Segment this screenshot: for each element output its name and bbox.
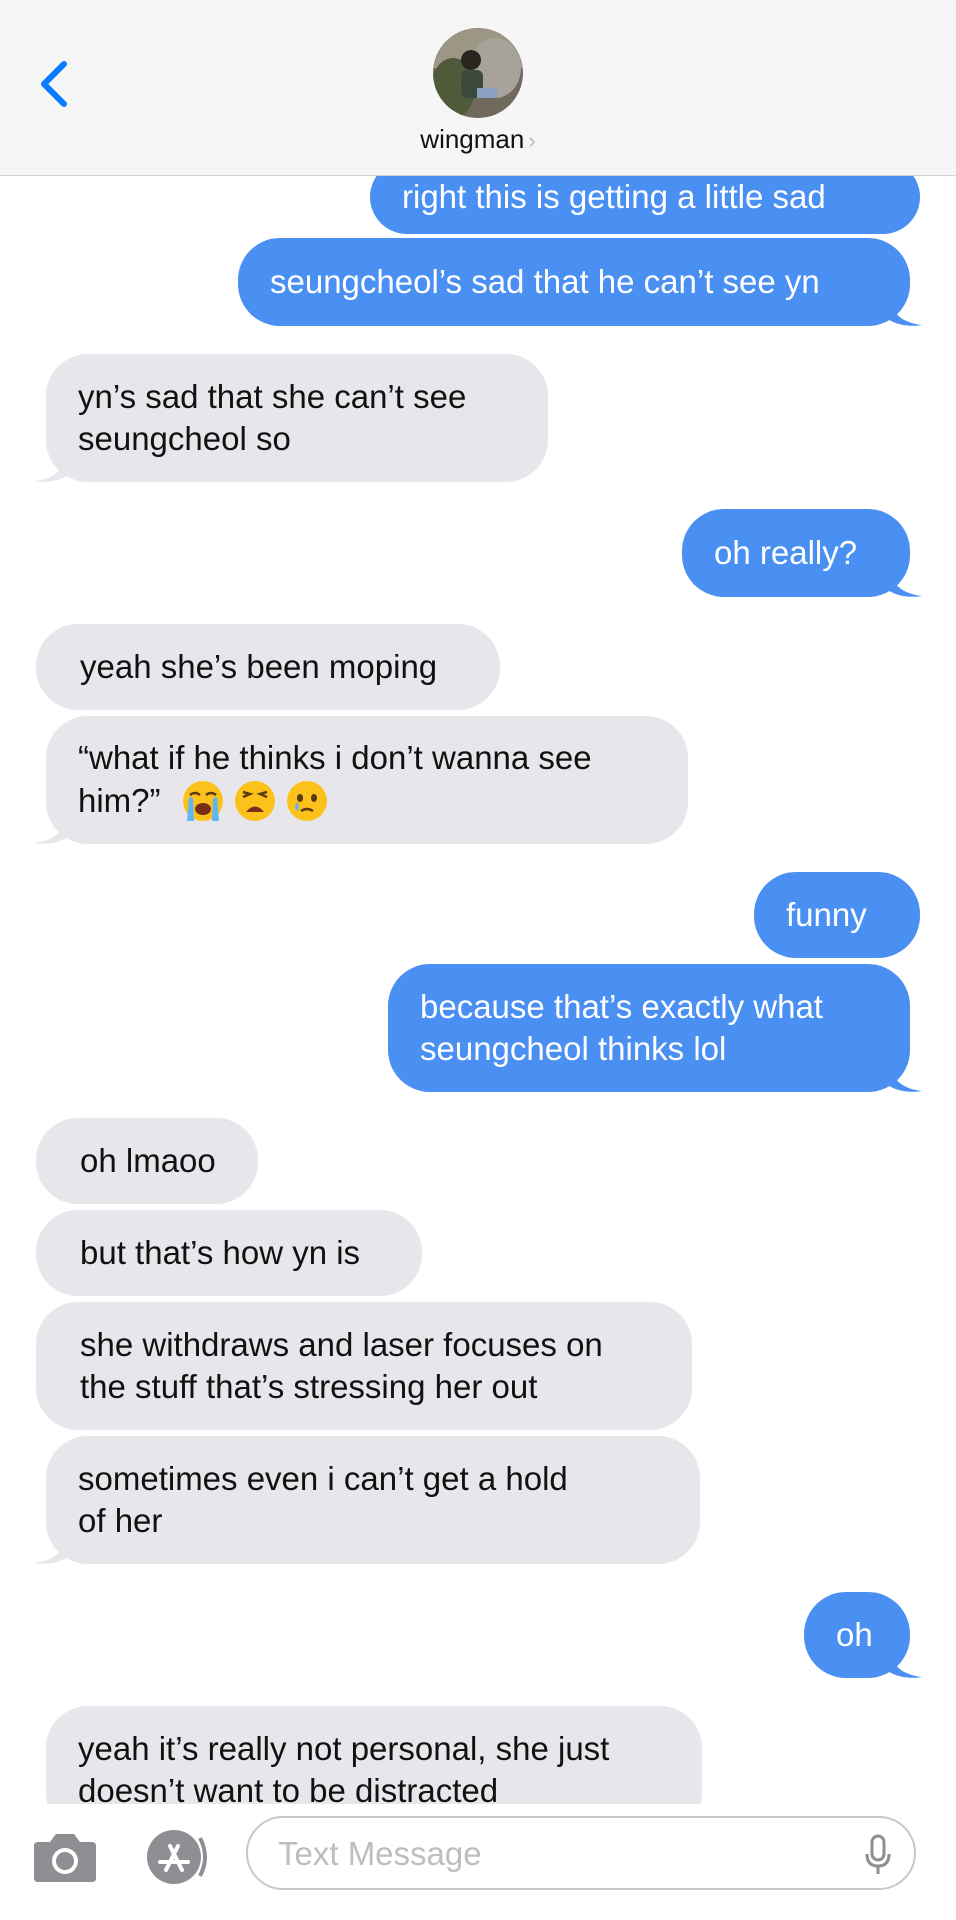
message-text: oh lmaoo <box>80 1142 216 1179</box>
message-text-line: him?” <box>78 782 161 819</box>
camera-button[interactable] <box>32 1828 98 1886</box>
microphone-icon <box>865 1834 891 1874</box>
message-text: seungcheol’s sad that he can’t see yn <box>270 263 820 300</box>
bubble-tail <box>34 815 68 844</box>
bubble-tail <box>888 1649 922 1678</box>
bubble-tail <box>34 453 68 482</box>
message-received[interactable]: oh lmaoo <box>36 1118 258 1204</box>
message-received[interactable]: yeah it’s really not personal, she just … <box>46 1706 702 1804</box>
message-sent[interactable]: oh really? <box>682 509 922 597</box>
message-input[interactable] <box>278 1830 838 1878</box>
message-thread[interactable]: right this is getting a little sad seung… <box>0 0 956 1804</box>
bubble-tail <box>34 1535 68 1564</box>
message-received[interactable]: she withdraws and laser focuses on the s… <box>36 1302 692 1430</box>
app-store-icon <box>147 1830 207 1884</box>
message-text-line: doesn’t want to be distracted <box>78 1772 499 1804</box>
message-text: but that’s how yn is <box>80 1234 361 1271</box>
app-store-button[interactable] <box>144 1828 212 1886</box>
message-received[interactable]: “what if he thinks i don’t wanna see him… <box>34 716 688 844</box>
message-received[interactable]: yeah she’s been moping <box>36 624 500 710</box>
bubble-tail <box>888 568 922 597</box>
contact-name-button[interactable]: wingman › <box>0 124 956 155</box>
contact-avatar[interactable] <box>433 28 523 118</box>
message-sent[interactable]: seungcheol’s sad that he can’t see yn <box>238 238 922 326</box>
message-input-field[interactable] <box>246 1816 916 1890</box>
message-text-line: the stuff that’s stressing her out <box>80 1368 538 1405</box>
back-button[interactable] <box>34 58 74 110</box>
message-sent[interactable]: oh <box>804 1592 922 1678</box>
message-text-line: she withdraws and laser focuses on <box>80 1326 603 1363</box>
message-text: yeah she’s been moping <box>80 648 438 685</box>
compose-bar <box>0 1804 956 1920</box>
message-text-line: seungcheol thinks lol <box>420 1030 727 1067</box>
message-received[interactable]: yn’s sad that she can’t see seungcheol s… <box>34 354 548 482</box>
chevron-right-icon: › <box>528 128 536 153</box>
weary-face-icon <box>234 781 275 821</box>
message-text-line: sometimes even i can’t get a hold <box>78 1460 568 1497</box>
bubble-tail <box>888 297 922 326</box>
message-sent[interactable]: because that’s exactly what seungcheol t… <box>388 964 922 1092</box>
message-text-line: yn’s sad that she can’t see <box>78 378 467 415</box>
message-text-line: yeah it’s really not personal, she just <box>78 1730 610 1767</box>
message-text: funny <box>786 896 867 933</box>
camera-icon <box>34 1834 96 1882</box>
chevron-left-icon <box>41 61 67 107</box>
contact-name: wingman <box>420 124 525 154</box>
message-received[interactable]: sometimes even i can’t get a hold of her <box>34 1436 700 1564</box>
message-text-line: “what if he thinks i don’t wanna see <box>78 739 592 776</box>
message-text: right this is getting a little sad <box>402 178 826 215</box>
conversation-header: wingman › <box>0 0 956 176</box>
face-holding-back-tears-icon <box>286 781 327 821</box>
message-text-line: because that’s exactly what <box>420 988 823 1025</box>
dictation-button[interactable] <box>864 1834 892 1876</box>
message-sent[interactable]: funny <box>754 872 920 958</box>
message-text-line: seungcheol so <box>78 420 291 457</box>
message-text-line: of her <box>78 1502 163 1539</box>
message-text: oh <box>836 1616 873 1653</box>
message-text: oh really? <box>714 534 858 571</box>
bubble-tail <box>888 1063 922 1092</box>
loudly-crying-face-icon <box>182 781 223 821</box>
message-received[interactable]: but that’s how yn is <box>36 1210 422 1296</box>
